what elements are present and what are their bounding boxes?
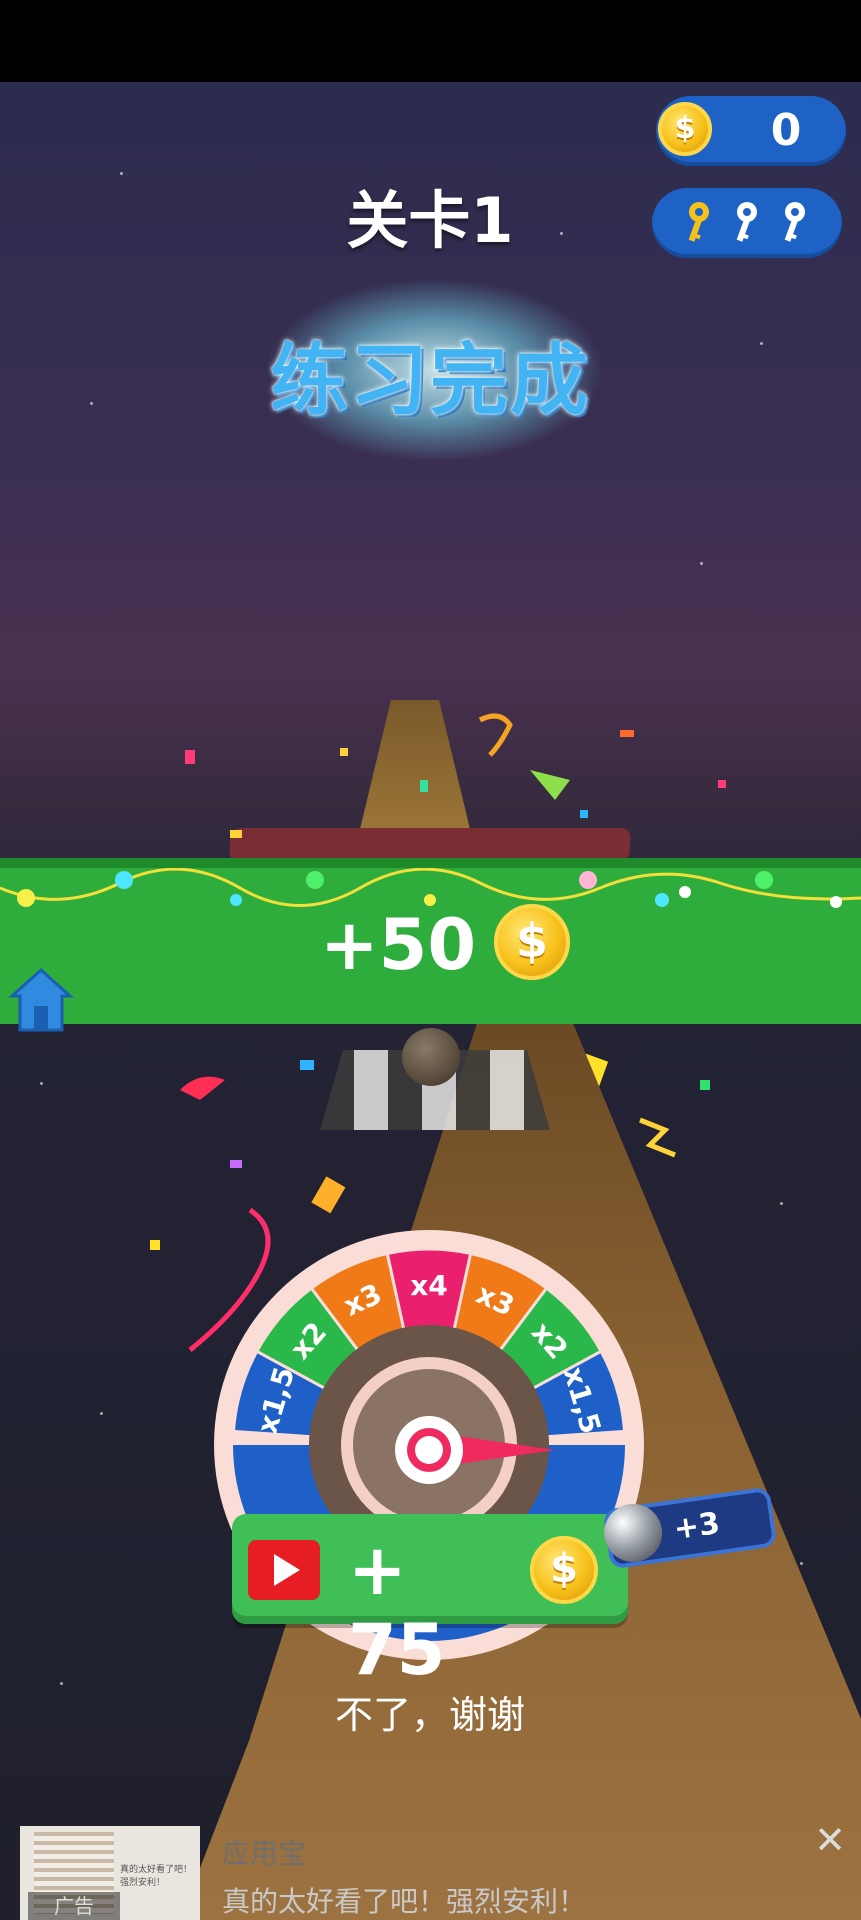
ball-bonus-label: +3	[671, 1505, 723, 1548]
video-play-icon	[248, 1540, 320, 1600]
no-thanks-button[interactable]: 不了，谢谢	[250, 1684, 610, 1739]
ad-description[interactable]: 真的太好看了吧！强烈安利！	[222, 1880, 586, 1920]
rolling-ball	[402, 1028, 460, 1086]
ad-app-name[interactable]: 应用宝	[222, 1832, 306, 1872]
practice-complete-title: 练习完成	[269, 336, 590, 426]
coin-icon: $	[494, 904, 570, 980]
ad-thumb-text: 真的太好看了吧！强烈安利！	[120, 1865, 193, 1888]
close-icon[interactable]: ✕	[812, 1821, 848, 1859]
coin-icon: $	[658, 102, 712, 156]
level-title: 关卡1	[346, 184, 514, 257]
reward-amount: +50	[320, 904, 477, 986]
coin-counter: $ 0	[656, 96, 846, 166]
ball-icon	[600, 1500, 666, 1566]
keys-counter	[652, 188, 842, 258]
coin-icon: $	[530, 1536, 598, 1604]
key-icon	[736, 202, 757, 242]
ad-badge: 广告	[28, 1892, 120, 1920]
wheel-segment-label: x4	[410, 1269, 448, 1302]
home-button[interactable]	[8, 966, 74, 1036]
ad-reward-amount: + 75	[348, 1529, 446, 1691]
key-icon	[784, 202, 805, 242]
status-bar	[0, 0, 861, 82]
coin-count: 0	[770, 105, 802, 156]
key-icon	[688, 202, 709, 242]
